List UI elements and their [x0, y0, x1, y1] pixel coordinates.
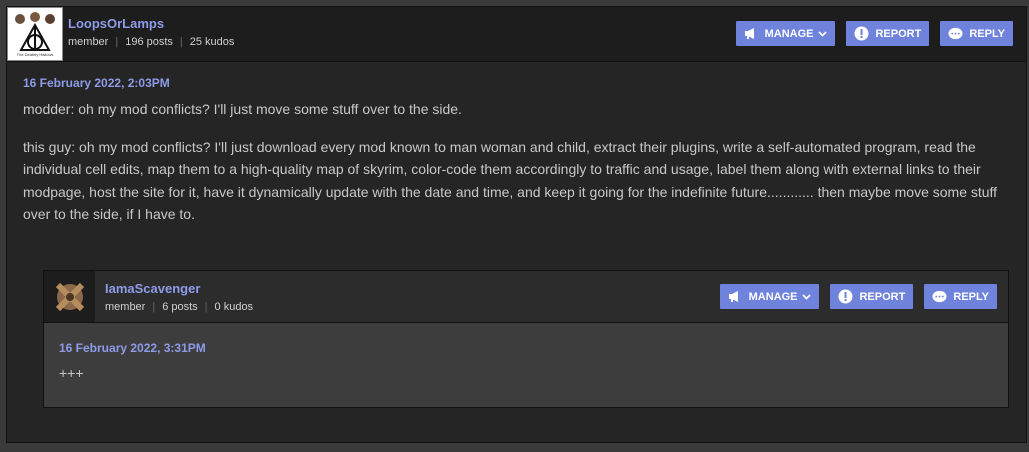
divider: | [204, 301, 208, 313]
divider: | [179, 36, 183, 48]
forum-post: The Deathly Hallows LoopsOrLamps member … [6, 6, 1027, 443]
report-label: REPORT [859, 290, 906, 303]
user-info: LoopsOrLamps member | 196 posts | 25 kud… [68, 16, 234, 48]
divider: | [115, 36, 119, 48]
report-label: REPORT [875, 27, 922, 40]
reply-user-info: IamaScavenger member | 6 posts | 0 kudos [105, 281, 253, 313]
post-paragraph: modder: oh my mod conflicts? I'll just m… [23, 101, 462, 117]
user-posts: 196 posts [125, 36, 173, 48]
post-header: The Deathly Hallows LoopsOrLamps member … [7, 7, 1026, 62]
post-date[interactable]: 16 February 2022, 2:03PM [23, 76, 170, 90]
reply-manage-button[interactable]: MANAGE [719, 284, 820, 309]
manage-button[interactable]: MANAGE [735, 21, 836, 46]
reply-user-kudos: 0 kudos [214, 301, 254, 313]
post-actions: MANAGE REPORT REPLY [735, 21, 1013, 46]
user-stats: member | 196 posts | 25 kudos [68, 36, 234, 48]
avatar-caption: The Deathly Hallows [17, 52, 54, 57]
megaphone-icon [728, 289, 743, 304]
post-paragraph: this guy: oh my mod conflicts? I'll just… [23, 138, 998, 223]
user-kudos: 25 kudos [189, 36, 235, 48]
reply-avatar[interactable] [44, 271, 95, 322]
reply-user-role: member [105, 301, 146, 313]
reply-label: REPLY [969, 27, 1005, 40]
reply-user-posts: 6 posts [162, 301, 198, 313]
reply-reply-button[interactable]: REPLY [924, 284, 997, 309]
reply-report-button[interactable]: REPORT [830, 284, 914, 309]
username[interactable]: LoopsOrLamps [68, 16, 234, 31]
reply-username[interactable]: IamaScavenger [105, 281, 253, 296]
manage-label: MANAGE [748, 290, 798, 303]
speech-bubble-icon [932, 289, 947, 304]
user-avatar[interactable]: The Deathly Hallows [7, 7, 63, 61]
megaphone-icon [744, 26, 759, 41]
reply-button[interactable]: REPLY [940, 21, 1013, 46]
reply-post: IamaScavenger member | 6 posts | 0 kudos… [43, 270, 1009, 408]
deathly-hallows-icon: The Deathly Hallows [15, 12, 55, 57]
user-role: member [68, 36, 109, 48]
divider: | [152, 301, 156, 313]
chevron-down-icon [802, 292, 812, 302]
speech-bubble-icon [948, 26, 963, 41]
post-body: modder: oh my mod conflicts? I'll just m… [23, 98, 1023, 226]
scavenger-icon [55, 282, 84, 311]
reply-user-stats: member | 6 posts | 0 kudos [105, 301, 253, 313]
alert-icon [838, 289, 853, 304]
reply-body: +++ [59, 365, 84, 381]
manage-label: MANAGE [764, 27, 814, 40]
report-button[interactable]: REPORT [846, 21, 930, 46]
reply-actions: MANAGE REPORT REPLY [719, 284, 997, 309]
reply-header: IamaScavenger member | 6 posts | 0 kudos… [44, 271, 1008, 323]
reply-date[interactable]: 16 February 2022, 3:31PM [59, 341, 206, 355]
chevron-down-icon [818, 29, 828, 39]
alert-icon [854, 26, 869, 41]
reply-label: REPLY [953, 290, 989, 303]
